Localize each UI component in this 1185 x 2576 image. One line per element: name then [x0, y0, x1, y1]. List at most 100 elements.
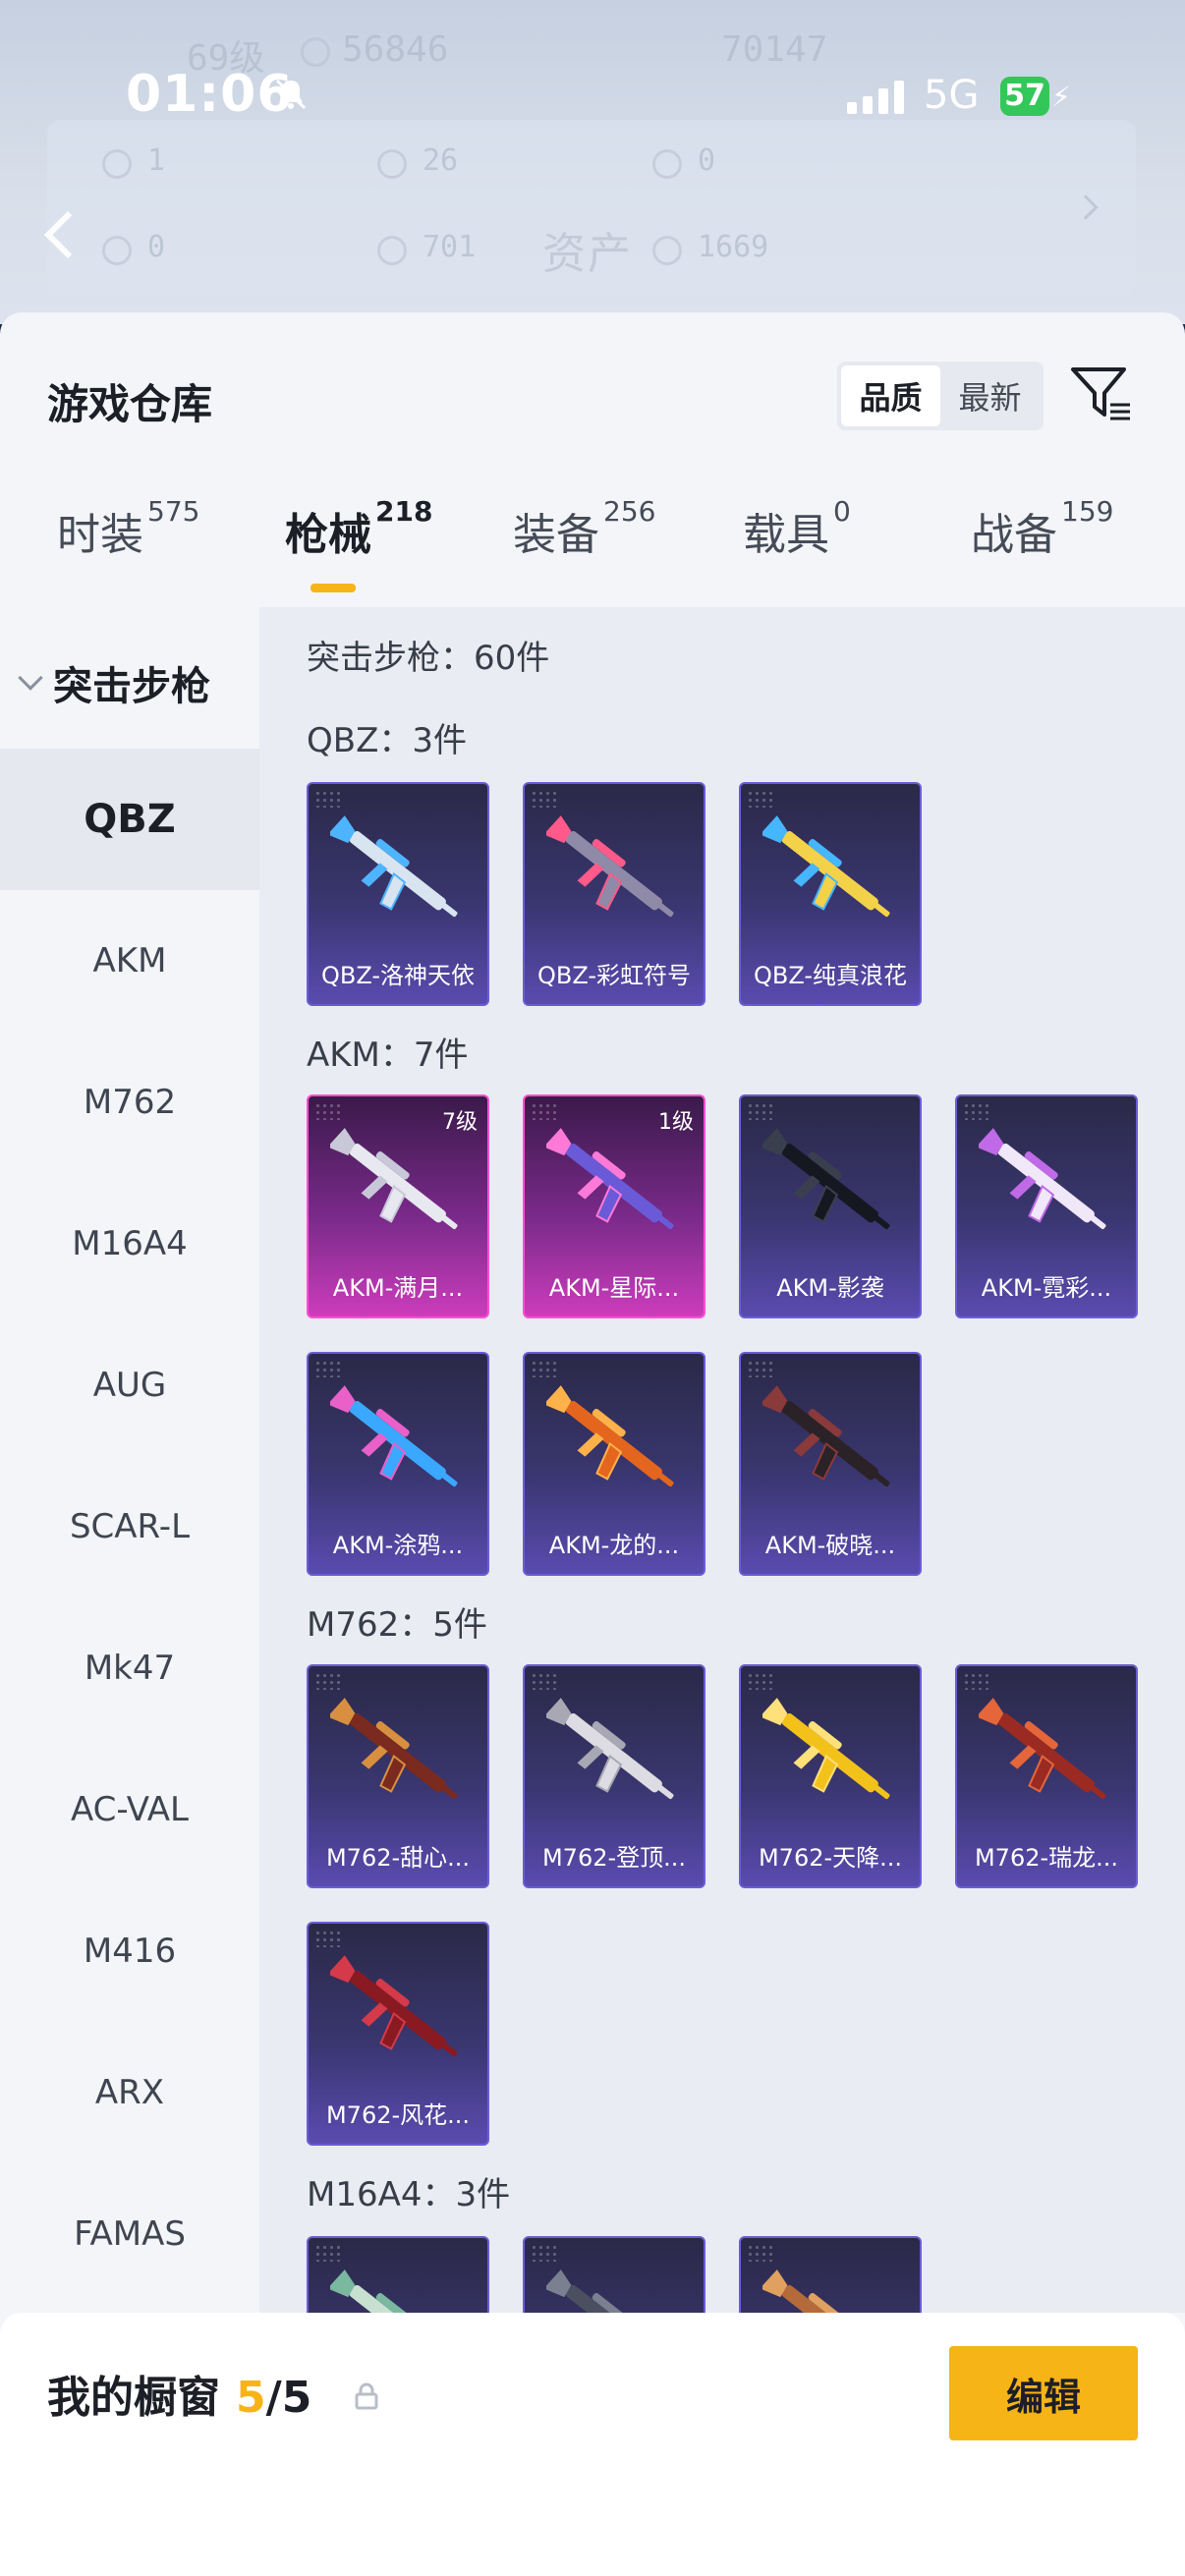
sort-latest-button[interactable]: 最新	[940, 365, 1040, 426]
weapon-skin-card[interactable]: QBZ-彩虹符号	[523, 782, 705, 1006]
filter-icon[interactable]	[1069, 362, 1134, 426]
skin-level-badge: 7级	[442, 1110, 478, 1135]
sidebar-item-akm[interactable]: AKM	[0, 890, 259, 1032]
bg-stat: 0	[698, 143, 716, 178]
bg-coins: 56846	[342, 29, 449, 70]
showcase-total: /5	[265, 2373, 312, 2423]
weapon-skin-card[interactable]: 7级 AKM-满月...	[307, 1094, 489, 1318]
card-pattern	[314, 1102, 344, 1120]
sidebar-item-m762[interactable]: M762	[0, 1032, 259, 1173]
bg-page-title: 资产	[542, 229, 633, 279]
bell-muted-icon	[275, 79, 307, 110]
card-pattern	[531, 1360, 560, 1377]
tab-count: 218	[375, 495, 433, 528]
card-pattern	[531, 2244, 560, 2262]
edit-showcase-button[interactable]: 编辑	[949, 2346, 1138, 2440]
card-pattern	[747, 2244, 776, 2262]
skin-name: M762-风花...	[325, 2101, 471, 2129]
tab-count: 256	[603, 495, 656, 528]
bg-stat-icon	[102, 149, 132, 179]
sidebar-item-scar-l[interactable]: SCAR-L	[0, 1456, 259, 1597]
skin-level-badge: 1级	[658, 1110, 694, 1135]
rifle-icon	[330, 815, 458, 918]
rifle-icon	[330, 1128, 458, 1230]
skin-name: AKM-破晓...	[764, 1532, 896, 1559]
sidebar-item-m16a4[interactable]: M16A4	[0, 1173, 259, 1315]
category-summary: 突击步枪：60件	[307, 639, 550, 678]
skin-name: M762-甜心...	[325, 1844, 471, 1872]
weapon-skin-card[interactable]: QBZ-洛神天依	[307, 782, 489, 1006]
tab-fashion[interactable]: 时装 575	[57, 495, 199, 562]
card-pattern	[747, 1360, 776, 1377]
weapon-skin-card[interactable]: AKM-破晓...	[739, 1352, 922, 1576]
rifle-icon	[330, 1385, 458, 1487]
network-type: 5G	[924, 73, 980, 118]
weapon-skin-card[interactable]: M762-瑞龙...	[955, 1664, 1138, 1888]
skin-name: M762-天降...	[758, 1844, 903, 1872]
card-pattern	[963, 1672, 992, 1690]
section-title-m762: M762：5件	[307, 1605, 487, 1645]
tab-guns[interactable]: 枪械 218	[285, 495, 432, 562]
weapon-skin-card[interactable]: AKM-霓彩...	[955, 1094, 1138, 1318]
skin-name: QBZ-洛神天依	[320, 962, 476, 989]
rifle-icon	[762, 1128, 890, 1230]
weapon-skin-card[interactable]: AKM-涂鸦...	[307, 1352, 489, 1576]
weapon-skin-card[interactable]: M762-登顶...	[523, 1664, 705, 1888]
bg-stat-icon	[377, 236, 407, 265]
skin-name: AKM-星际...	[548, 1274, 680, 1302]
weapon-grid: 突击步枪：60件 QBZ：3件 AKM：7件 M762：5件 M16A4：3件 …	[259, 607, 1185, 2313]
skin-name: AKM-霓彩...	[981, 1274, 1112, 1302]
sidebar-group-label: 突击步枪	[53, 664, 210, 709]
weapon-skin-card[interactable]: AKM-影袭	[739, 1094, 922, 1318]
showcase-title: 我的橱窗 5 /5	[47, 2362, 311, 2425]
rifle-icon	[979, 1698, 1106, 1800]
card-pattern	[314, 1930, 344, 1947]
weapon-skin-card[interactable]: QBZ-纯真浪花	[739, 782, 922, 1006]
weapon-skin-card[interactable]: M762-风花...	[307, 1922, 489, 2146]
bg-stat-icon	[102, 236, 132, 265]
background-profile-header: 69级 56846 70147 1 26 0 0 701 1669 资产 01:…	[0, 0, 1185, 324]
sort-quality-button[interactable]: 品质	[841, 365, 940, 426]
bg-stat: 0	[147, 230, 166, 264]
category-tabs: 时装 575 枪械 218 装备 256 载具 0 战备 159	[0, 495, 1185, 597]
weapon-skin-card[interactable]	[307, 2236, 489, 2313]
bg-stat: 1	[147, 143, 166, 178]
skin-name: AKM-涂鸦...	[332, 1532, 464, 1559]
rifle-icon	[762, 815, 890, 918]
tab-label: 装备	[513, 510, 599, 560]
section-title-m16a4: M16A4：3件	[307, 2175, 511, 2214]
sidebar-item-m416[interactable]: M416	[0, 1880, 259, 2022]
sidebar-item-mk47[interactable]: Mk47	[0, 1597, 259, 1739]
tab-equipment[interactable]: 装备 256	[513, 495, 655, 562]
tab-count: 575	[147, 495, 200, 528]
sidebar-item-qbz[interactable]: QBZ	[0, 749, 259, 890]
weapon-skin-card[interactable]: M762-甜心...	[307, 1664, 489, 1888]
tab-vehicles[interactable]: 载具 0	[743, 495, 851, 562]
tab-label: 载具	[743, 510, 829, 560]
sidebar-item-arx[interactable]: ARX	[0, 2022, 259, 2163]
card-pattern	[314, 1360, 344, 1377]
bg-stat-icon	[652, 149, 682, 179]
tab-supplies[interactable]: 战备 159	[971, 495, 1113, 562]
active-tab-indicator	[310, 584, 356, 592]
sidebar-item-famas[interactable]: FAMAS	[0, 2163, 259, 2305]
weapon-skin-card[interactable]: 1级 AKM-星际...	[523, 1094, 705, 1318]
weapon-skin-card[interactable]: AKM-龙的...	[523, 1352, 705, 1576]
rifle-icon	[546, 1385, 674, 1487]
chevron-down-icon	[18, 665, 43, 691]
warehouse-sheet: 游戏仓库 品质 最新 时装 575 枪械 218 装备 256 载具 0 战备 159 突…	[0, 312, 1185, 2576]
sidebar-group-assault-rifles[interactable]: 突击步枪	[18, 654, 210, 711]
page-title: 游戏仓库	[47, 380, 213, 428]
weapon-skin-card[interactable]	[523, 2236, 705, 2313]
weapon-skin-card[interactable]: M762-天降...	[739, 1664, 922, 1888]
rifle-icon	[546, 1698, 674, 1800]
status-time: 01:06	[126, 65, 294, 124]
tab-label: 枪械	[285, 510, 371, 560]
sort-toggle: 品质 最新	[837, 362, 1044, 430]
showcase-label: 我的橱窗	[47, 2373, 220, 2423]
sidebar-item-aug[interactable]: AUG	[0, 1315, 259, 1456]
weapon-skin-card[interactable]	[739, 2236, 922, 2313]
sidebar-item-ac-val[interactable]: AC-VAL	[0, 1739, 259, 1880]
card-pattern	[747, 1672, 776, 1690]
bg-score: 70147	[721, 29, 828, 70]
